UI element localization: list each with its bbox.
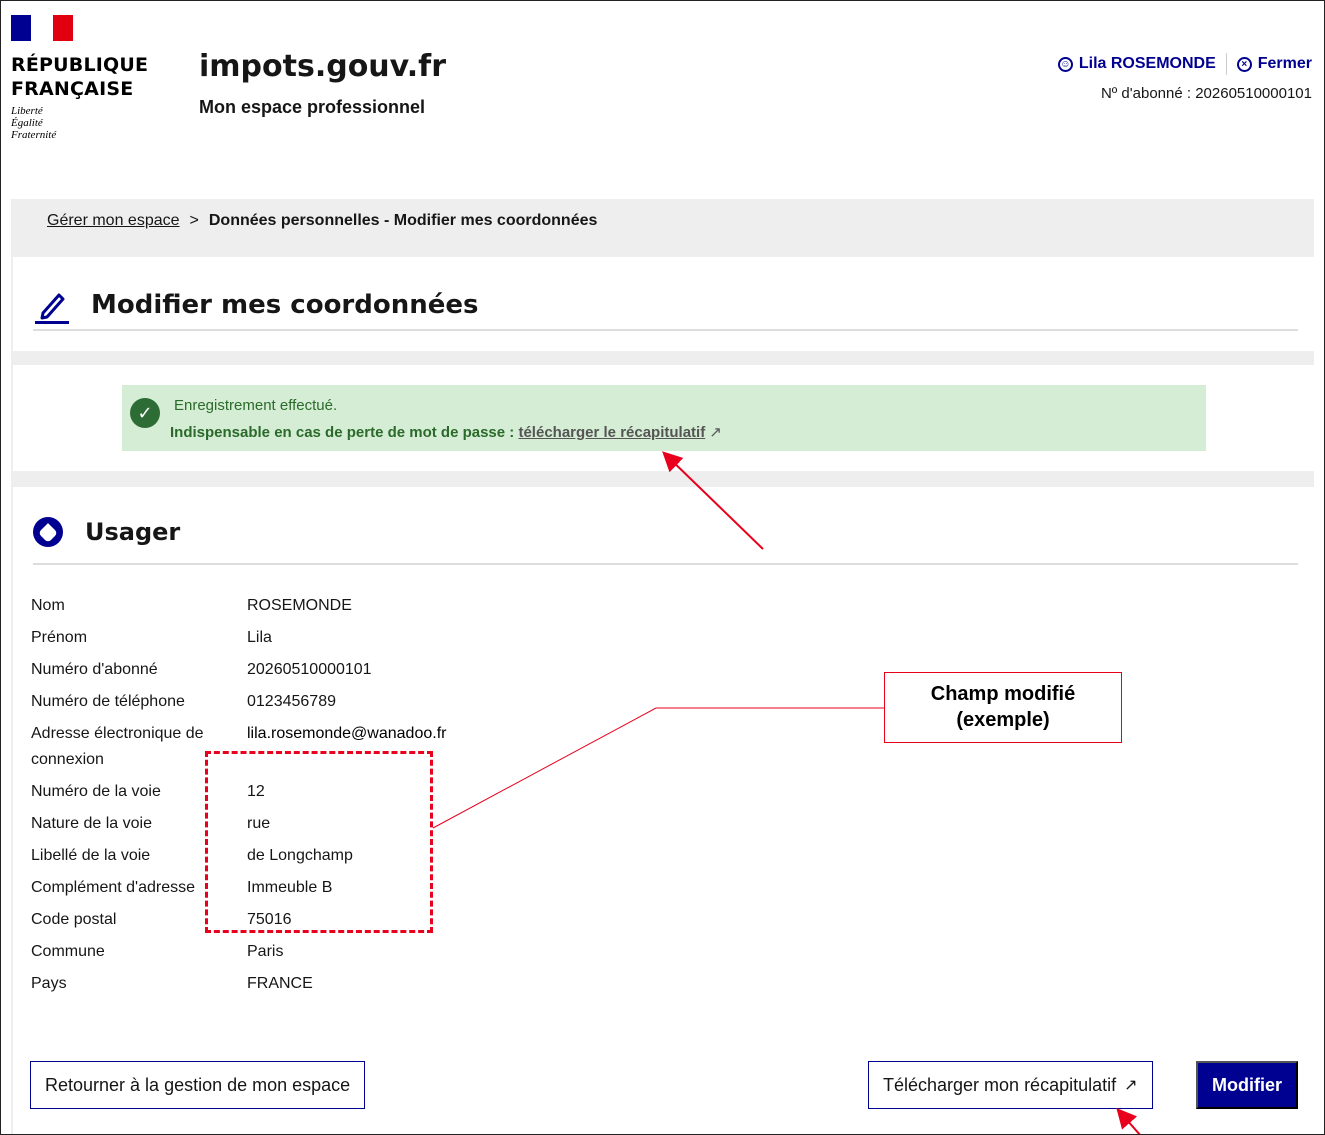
detail-row-nom: Nom ROSEMONDE — [31, 590, 631, 622]
detail-value: 0123456789 — [247, 693, 336, 710]
breadcrumb-link-gerer[interactable]: Gérer mon espace — [47, 212, 180, 230]
detail-row-prenom: Prénom Lila — [31, 622, 631, 654]
detail-label: Commune — [31, 943, 105, 960]
close-icon[interactable]: × — [1236, 56, 1252, 72]
download-summary-label: Télécharger mon récapitulatif — [883, 1074, 1117, 1095]
detail-row-telephone: Numéro de téléphone 0123456789 — [31, 686, 631, 718]
detail-label: Numéro d'abonné — [31, 661, 158, 678]
title-panel: Modifier mes coordonnées — [13, 257, 1314, 351]
breadcrumb-separator: > — [189, 212, 199, 229]
republic-line-2: FRANÇAISE — [11, 78, 134, 100]
flag-icon — [11, 15, 73, 41]
user-box: ☺ Lila ROSEMONDE × Fermer Nº d'abonné : … — [1057, 53, 1312, 102]
alert-line-2-prefix: Indispensable en cas de perte de mot de … — [170, 424, 515, 441]
close-link[interactable]: Fermer — [1258, 55, 1312, 73]
detail-label: Pays — [31, 975, 67, 992]
detail-value: Paris — [247, 943, 284, 960]
modify-button[interactable]: Modifier — [1196, 1061, 1298, 1109]
download-summary-button[interactable]: Télécharger mon récapitulatif ↗ — [868, 1061, 1153, 1109]
back-button[interactable]: Retourner à la gestion de mon espace — [30, 1061, 366, 1109]
detail-label: Numéro de téléphone — [31, 693, 185, 710]
detail-row-abonne: Numéro d'abonné 20260510000101 — [31, 654, 631, 686]
success-alert: ✓ Enregistrement effectué. Indispensable… — [122, 385, 1206, 451]
republic-line-1: RÉPUBLIQUE — [11, 54, 149, 76]
detail-row-pays: Pays FRANCE — [31, 968, 631, 1000]
motto-line: Liberté — [11, 105, 43, 117]
republique-francaise-logo[interactable]: RÉPUBLIQUE FRANÇAISE Liberté Égalité Fra… — [11, 15, 148, 141]
alert-line-2: Indispensable en cas de perte de mot de … — [170, 423, 722, 441]
section-divider — [33, 563, 1298, 565]
detail-label: Nom — [31, 597, 65, 614]
breadcrumb: Gérer mon espace > Données personnelles … — [11, 199, 1314, 243]
motto-line: Fraternité — [11, 129, 57, 141]
user-name-link[interactable]: Lila ROSEMONDE — [1079, 55, 1216, 73]
modified-fields-highlight — [205, 751, 433, 933]
breadcrumb-current: Données personnelles - Modifier mes coor… — [208, 212, 598, 229]
title-divider — [33, 329, 1298, 331]
motto: Liberté Égalité Fraternité — [11, 105, 148, 141]
detail-value: 20260510000101 — [247, 661, 372, 678]
subscriber-number: Nº d'abonné : 20260510000101 — [1100, 85, 1312, 102]
detail-value: ROSEMONDE — [247, 597, 352, 614]
site-subtitle: Mon espace professionnel — [199, 97, 426, 117]
user-icon: ☺ — [1057, 56, 1073, 72]
alert-panel: ✓ Enregistrement effectué. Indispensable… — [13, 365, 1314, 471]
section-title: Usager — [85, 518, 181, 546]
shield-icon — [33, 517, 63, 547]
detail-label: Prénom — [31, 629, 88, 646]
site-title[interactable]: impots.gouv.fr — [199, 49, 446, 84]
download-summary-link[interactable]: télécharger le récapitulatif — [518, 424, 705, 441]
external-link-icon: ↗ — [709, 424, 722, 441]
header: RÉPUBLIQUE FRANÇAISE Liberté Égalité Fra… — [1, 1, 1324, 199]
alert-line-1: Enregistrement effectué. — [174, 397, 338, 414]
annotation-callout: Champ modifié (exemple) — [884, 672, 1122, 743]
motto-line: Égalité — [11, 117, 43, 129]
detail-row-commune: Commune Paris — [31, 936, 631, 968]
external-link-icon: ↗ — [1124, 1077, 1138, 1094]
pencil-icon — [33, 285, 71, 325]
divider — [1225, 53, 1227, 75]
detail-value: FRANCE — [247, 975, 313, 992]
page-frame: RÉPUBLIQUE FRANÇAISE Liberté Égalité Fra… — [0, 0, 1325, 1135]
check-circle-icon: ✓ — [130, 398, 160, 428]
page-title: Modifier mes coordonnées — [91, 290, 479, 320]
detail-value: Lila — [247, 629, 272, 646]
